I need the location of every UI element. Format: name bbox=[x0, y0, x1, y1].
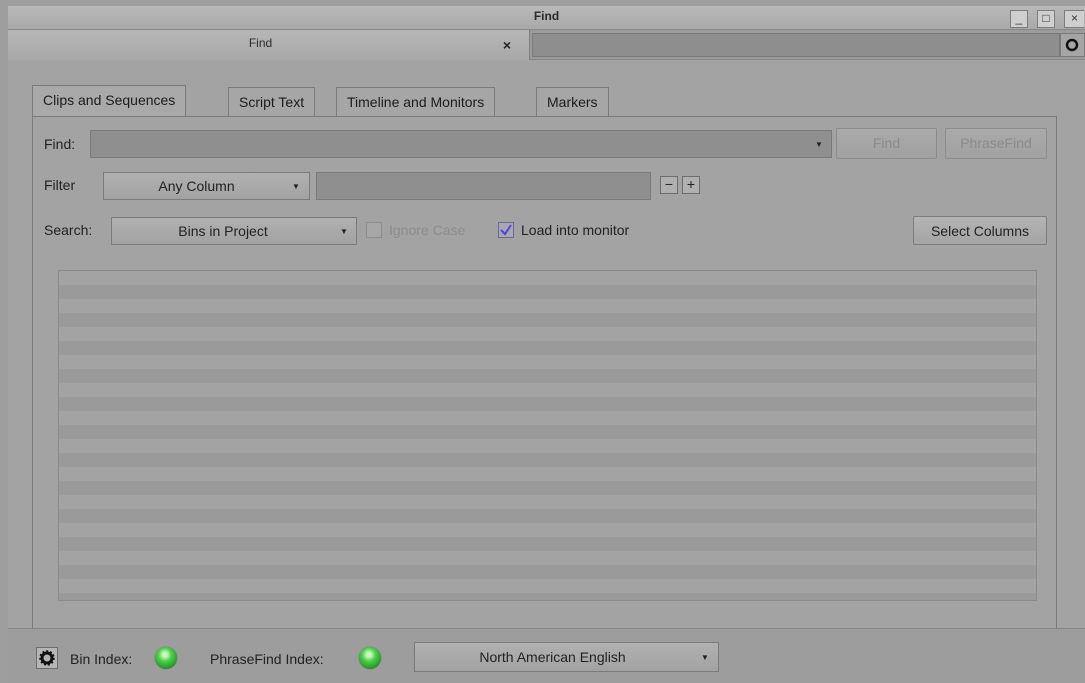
filter-column-select[interactable]: Any Column ▼ bbox=[103, 172, 310, 200]
tab-clips-and-sequences[interactable]: Clips and Sequences bbox=[32, 85, 187, 116]
tab-script-text[interactable]: Script Text bbox=[228, 87, 316, 116]
window-title: Find bbox=[533, 9, 560, 23]
minimize-button[interactable]: _ bbox=[1010, 10, 1028, 28]
filter-label: Filter bbox=[44, 177, 76, 193]
remove-filter-button[interactable]: − bbox=[660, 176, 678, 194]
select-columns-button[interactable]: Select Columns bbox=[913, 216, 1047, 245]
filter-input[interactable] bbox=[316, 172, 651, 200]
phrasefind-index-status-icon bbox=[359, 647, 381, 669]
settings-button[interactable] bbox=[36, 647, 58, 669]
search-scope-value: Bins in Project bbox=[178, 223, 268, 239]
phrasefind-index-label: PhraseFind Index: bbox=[210, 651, 324, 667]
tab-find[interactable]: Find × bbox=[8, 30, 530, 60]
bin-index-status-icon bbox=[155, 647, 177, 669]
search-label: Search: bbox=[44, 222, 93, 238]
circle-menu-icon bbox=[1065, 38, 1079, 52]
tab-timeline-and-monitors[interactable]: Timeline and Monitors bbox=[336, 87, 496, 116]
results-list[interactable] bbox=[58, 270, 1037, 601]
checkmark-icon bbox=[500, 224, 512, 236]
language-select[interactable]: North American English ▼ bbox=[414, 642, 719, 672]
tab-strip-empty-area bbox=[532, 33, 1060, 57]
add-filter-button[interactable]: + bbox=[682, 176, 700, 194]
dropdown-arrow-icon: ▼ bbox=[701, 653, 709, 662]
ignore-case-label: Ignore Case bbox=[389, 222, 466, 238]
tab-find-label: Find bbox=[248, 36, 273, 50]
dropdown-arrow-icon: ▼ bbox=[340, 227, 348, 236]
close-window-button[interactable]: × bbox=[1064, 10, 1084, 28]
load-into-monitor-checkbox[interactable] bbox=[498, 222, 514, 238]
gear-icon bbox=[39, 650, 55, 666]
document-tab-strip: Find × bbox=[8, 30, 1085, 60]
ignore-case-checkbox[interactable] bbox=[366, 222, 382, 238]
language-value: North American English bbox=[479, 649, 626, 665]
dropdown-arrow-icon: ▼ bbox=[292, 182, 300, 191]
load-into-monitor-label: Load into monitor bbox=[521, 222, 630, 238]
maximize-button[interactable]: □ bbox=[1037, 10, 1055, 28]
phrasefind-button[interactable]: PhraseFind bbox=[945, 128, 1047, 159]
find-label: Find: bbox=[44, 136, 76, 152]
dropdown-arrow-icon: ▼ bbox=[815, 140, 823, 149]
search-scope-select[interactable]: Bins in Project ▼ bbox=[111, 217, 357, 245]
tab-close-icon[interactable]: × bbox=[498, 36, 516, 54]
tab-menu-button[interactable] bbox=[1060, 33, 1085, 57]
filter-column-value: Any Column bbox=[158, 178, 235, 194]
find-input[interactable]: ▼ bbox=[90, 130, 832, 158]
tab-markers[interactable]: Markers bbox=[536, 87, 609, 116]
find-button[interactable]: Find bbox=[836, 128, 937, 159]
bin-index-label: Bin Index: bbox=[70, 651, 133, 667]
window-title-bar: Find _ □ × bbox=[8, 6, 1085, 30]
